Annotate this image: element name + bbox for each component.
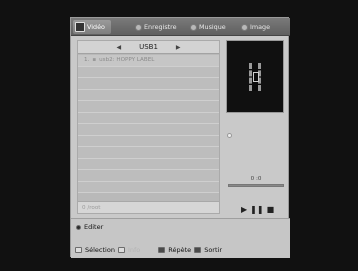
pause-button[interactable]: ❚❚: [250, 206, 263, 214]
list-item[interactable]: 1. ▪ usb2: HOPPY LABEL: [78, 55, 219, 67]
list-item[interactable]: [78, 66, 219, 78]
tab-musique-label: Musique: [199, 23, 226, 31]
list-item[interactable]: [78, 124, 219, 136]
tab-image-label: Image: [250, 23, 271, 31]
select-key-icon: [75, 247, 82, 253]
image-icon: [241, 23, 248, 31]
list-item-number: 1.: [84, 57, 90, 64]
ok-key-icon: [76, 224, 81, 230]
exit-key-icon: [194, 247, 202, 253]
tab-image[interactable]: Image: [241, 20, 270, 34]
tab-enregistre[interactable]: Enregistre: [135, 20, 177, 34]
tab-enregistre-label: Enregistre: [144, 23, 177, 31]
edit-hint[interactable]: Editer: [76, 223, 103, 231]
device-name: USB1: [139, 43, 158, 51]
tab-video-label: Vidéo: [87, 23, 105, 31]
list-item[interactable]: [78, 147, 219, 159]
info-label: Info: [127, 246, 141, 254]
list-item[interactable]: [78, 89, 219, 101]
folder-icon: ▪: [92, 57, 97, 64]
music-icon: [190, 23, 197, 31]
prev-device-icon[interactable]: ◀: [116, 44, 121, 51]
tab-musique[interactable]: Musique: [190, 20, 226, 34]
file-list-panel: ◀ USB1 ▶ 1. ▪ usb2: HOPPY LABEL 0 /root: [77, 40, 220, 214]
playback-progress[interactable]: [228, 184, 284, 187]
list-item[interactable]: [78, 181, 219, 193]
exit-label[interactable]: Sortir: [204, 246, 222, 254]
file-list: 1. ▪ usb2: HOPPY LABEL: [78, 55, 219, 193]
select-label[interactable]: Sélection: [85, 246, 115, 254]
repeat-label[interactable]: Répète: [168, 246, 191, 254]
current-path: 0 /root: [78, 201, 219, 213]
tv-screen-background: Vidéo Enregistre Musique Image ◀ USB1 ▶: [0, 0, 358, 271]
device-selector: ◀ USB1 ▶: [78, 41, 219, 54]
media-tabs: Vidéo Enregistre Musique Image: [71, 18, 290, 36]
repeat-key-icon: [158, 247, 166, 253]
media-player-window: Vidéo Enregistre Musique Image ◀ USB1 ▶: [70, 17, 290, 258]
tab-video[interactable]: Vidéo: [73, 20, 111, 34]
list-item-label: usb2: HOPPY LABEL: [99, 57, 155, 64]
film-icon: [249, 62, 261, 91]
edit-label: Editer: [84, 223, 104, 231]
next-device-icon[interactable]: ▶: [176, 44, 181, 51]
list-item[interactable]: [78, 78, 219, 90]
play-button[interactable]: ▶: [241, 206, 247, 214]
info-key-icon: [117, 247, 125, 253]
playback-controls: ▶ ❚❚ ■: [241, 206, 274, 214]
playback-time: 0 :0: [250, 176, 262, 182]
info-dot-icon: [227, 133, 232, 138]
video-icon: [75, 22, 85, 32]
list-item[interactable]: [78, 101, 219, 113]
list-item[interactable]: [78, 170, 219, 182]
list-item[interactable]: [78, 135, 219, 147]
record-icon: [135, 23, 142, 31]
help-bar: Editer Sélection Info Répète Sortir: [71, 218, 290, 258]
key-hints: Sélection Info Répète Sortir: [75, 246, 222, 254]
list-item[interactable]: [78, 158, 219, 170]
list-item[interactable]: [78, 112, 219, 124]
video-preview: [226, 40, 284, 113]
stop-button[interactable]: ■: [267, 206, 275, 214]
